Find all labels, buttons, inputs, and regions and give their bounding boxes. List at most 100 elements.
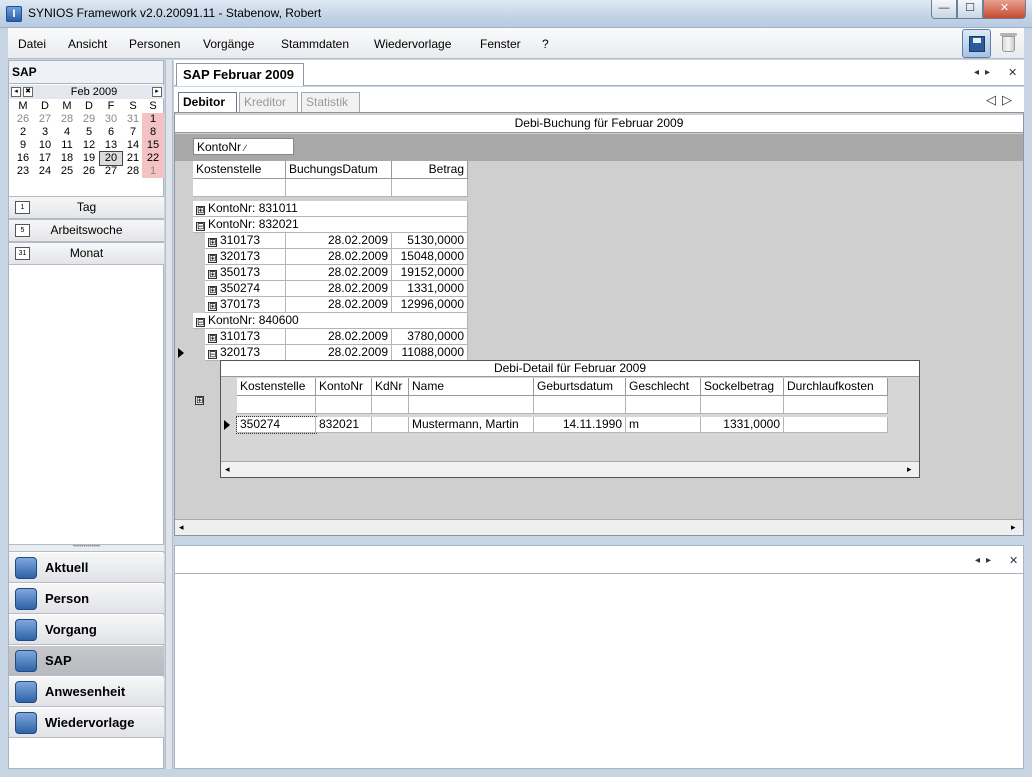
tab-debitor[interactable]: Debitor (178, 92, 237, 112)
detail-column-header[interactable]: Geschlecht (626, 378, 701, 396)
menu-help[interactable]: ? (542, 37, 549, 51)
detail-column-header[interactable]: Durchlaufkosten (784, 378, 888, 396)
calendar-day[interactable]: 16 (12, 152, 34, 165)
collapse-icon[interactable]: ⊟ (196, 318, 205, 327)
calendar-day[interactable]: 22 (142, 152, 164, 165)
menu-fenster[interactable]: Fenster (480, 37, 521, 51)
calendar-day[interactable]: 31 (122, 113, 144, 126)
calendar-day[interactable]: 17 (34, 152, 56, 165)
detail-column-header[interactable]: Sockelbetrag (701, 378, 784, 396)
calendar-day[interactable]: 7 (122, 126, 144, 139)
view-monat-button[interactable]: 31 Monat (9, 242, 164, 265)
detail-filter-cell[interactable] (237, 396, 316, 414)
save-button[interactable] (962, 29, 991, 58)
detail-column-header[interactable]: Geburtsdatum (534, 378, 626, 396)
trash-button[interactable] (994, 29, 1023, 58)
detail-filter-cell[interactable] (534, 396, 626, 414)
detail-filter-cell[interactable] (626, 396, 701, 414)
calendar-day[interactable]: 1 (142, 113, 164, 126)
detail-scrollbar[interactable]: ◂ ▸ (221, 461, 919, 477)
nav-anwesenheit-button[interactable]: Anwesenheit (9, 677, 164, 707)
detail-column-header[interactable]: Name (409, 378, 534, 396)
expand-icon[interactable]: ⊞ (208, 254, 217, 263)
scroll-right-icon[interactable]: ▸ (907, 464, 912, 475)
calendar-day[interactable]: 18 (56, 152, 78, 165)
calendar-day[interactable]: 28 (56, 113, 78, 126)
nav-vorgang-button[interactable]: Vorgang (9, 615, 164, 645)
calendar-day[interactable]: 6 (100, 126, 122, 139)
view-tag-button[interactable]: 1 Tag (9, 196, 164, 219)
menu-ansicht[interactable]: Ansicht (68, 37, 107, 51)
grid-scrollbar[interactable]: ◂ ▸ (175, 519, 1023, 535)
filter-cell[interactable] (286, 179, 392, 197)
collapse-icon[interactable]: ⊟ (196, 222, 205, 231)
calendar-day[interactable]: 2 (12, 126, 34, 139)
close-window-button[interactable]: ✕ (983, 0, 1026, 19)
detail-filter-cell[interactable] (372, 396, 409, 414)
scroll-left-icon[interactable]: ◂ (179, 522, 184, 533)
subtab-scroll-arrows[interactable]: ◁▷ (986, 92, 1018, 108)
column-header-kostenstelle[interactable]: Kostenstelle (193, 161, 286, 179)
tab-sap-februar[interactable]: SAP Februar 2009 (176, 63, 304, 86)
collapse-icon[interactable]: ⊟ (208, 350, 217, 359)
filter-cell[interactable] (392, 179, 468, 197)
nav-sap-button[interactable]: SAP (9, 646, 164, 676)
view-arbeitswoche-button[interactable]: 5 Arbeitswoche (9, 219, 164, 242)
expand-icon[interactable]: ⊞ (195, 396, 204, 405)
calendar-day[interactable]: 4 (56, 126, 78, 139)
calendar-day[interactable]: 21 (122, 152, 144, 165)
calendar-day[interactable]: 24 (34, 165, 56, 178)
expand-icon[interactable]: ⊞ (196, 206, 205, 215)
scroll-right-icon[interactable]: ▸ (1011, 522, 1016, 533)
left-splitter-handle[interactable]: ••••••••••••• (9, 544, 164, 552)
expand-icon[interactable]: ⊞ (208, 302, 217, 311)
detail-filter-cell[interactable] (784, 396, 888, 414)
detail-column-header[interactable]: KdNr (372, 378, 409, 396)
menu-wiedervorlage[interactable]: Wiedervorlage (374, 37, 451, 51)
calendar-next-button[interactable]: ▸ (152, 87, 162, 97)
expand-icon[interactable]: ⊞ (208, 334, 217, 343)
calendar-day[interactable]: 9 (12, 139, 34, 152)
calendar-day[interactable]: 12 (78, 139, 100, 152)
tab-scroll-arrows[interactable]: ◂▸ (974, 67, 996, 78)
tab-statistik[interactable]: Statistik (301, 92, 360, 112)
calendar-day[interactable]: 25 (56, 165, 78, 178)
filter-cell[interactable] (193, 179, 286, 197)
group-row[interactable]: ⊟ KontoNr: 832021 (193, 217, 468, 233)
calendar-prev-button[interactable]: ◂ (11, 87, 21, 97)
calendar-day[interactable]: 11 (56, 139, 78, 152)
calendar-day[interactable]: 26 (12, 113, 34, 126)
calendar-day[interactable]: 15 (142, 139, 164, 152)
close-document-icon[interactable]: ✕ (1008, 66, 1023, 79)
menu-personen[interactable]: Personen (129, 37, 180, 51)
calendar-day[interactable]: 14 (122, 139, 144, 152)
tab-kreditor[interactable]: Kreditor (239, 92, 298, 112)
expand-icon[interactable]: ⊞ (208, 270, 217, 279)
lower-close-icon[interactable]: ✕ (1009, 554, 1024, 567)
maximize-button[interactable]: ☐ (957, 0, 983, 19)
calendar-day[interactable]: 5 (78, 126, 100, 139)
calendar-day[interactable]: 3 (34, 126, 56, 139)
detail-filter-cell[interactable] (701, 396, 784, 414)
nav-person-button[interactable]: Person (9, 584, 164, 614)
group-row[interactable]: ⊟ KontoNr: 840600 (193, 313, 468, 329)
calendar-day[interactable]: 27 (100, 165, 122, 178)
calendar-day[interactable]: 8 (142, 126, 164, 139)
lower-scroll-arrows[interactable]: ◂▸ (975, 555, 997, 566)
group-chip-kontonr[interactable]: KontoNr ∕ (193, 138, 294, 155)
detail-column-header[interactable]: Kostenstelle (237, 378, 316, 396)
expand-icon[interactable]: ⊞ (208, 238, 217, 247)
column-header-betrag[interactable]: Betrag (392, 161, 468, 179)
minimize-button[interactable]: — (931, 0, 957, 19)
menu-stammdaten[interactable]: Stammdaten (281, 37, 349, 51)
menu-datei[interactable]: Datei (18, 37, 46, 51)
expand-icon[interactable]: ⊞ (208, 286, 217, 295)
calendar-day[interactable]: 30 (100, 113, 122, 126)
scroll-left-icon[interactable]: ◂ (225, 464, 230, 475)
calendar-day[interactable]: 20 (99, 151, 123, 166)
calendar-day[interactable]: 13 (100, 139, 122, 152)
calendar-day[interactable]: 10 (34, 139, 56, 152)
column-header-buchungsdatum[interactable]: BuchungsDatum (286, 161, 392, 179)
calendar-day[interactable]: 19 (78, 152, 100, 165)
calendar-day[interactable]: 29 (78, 113, 100, 126)
